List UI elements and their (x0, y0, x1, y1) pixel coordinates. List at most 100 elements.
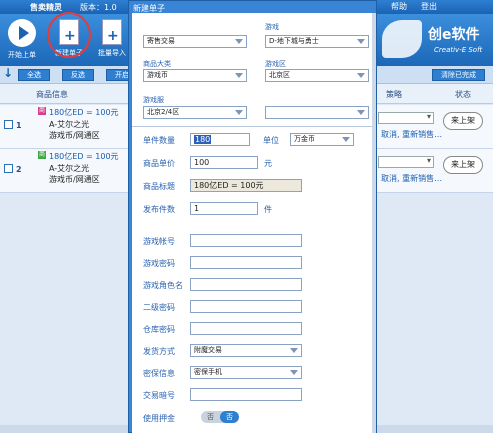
chevron-down-icon (235, 39, 243, 44)
logo-name: 创e软件 (428, 27, 480, 43)
chevron-down-icon (357, 39, 365, 44)
row-checkbox[interactable] (4, 164, 13, 173)
toggle-on-label: 否 (220, 411, 239, 423)
password-input[interactable] (190, 256, 302, 269)
chevron-down-icon (290, 370, 298, 375)
storage-input[interactable] (190, 322, 302, 335)
app-title: 售卖精灵 (30, 3, 62, 12)
row-game-name: A-艾尔之光 (49, 120, 90, 129)
item-title-value: 180亿ED = 100元 (194, 181, 264, 190)
item-title-input[interactable]: 180亿ED = 100元 (190, 179, 302, 192)
price-unit: 元 (264, 159, 272, 168)
header-strategy: 策略 (386, 90, 402, 99)
strategy-dropdown[interactable] (378, 112, 434, 124)
item-title-label: 商品标题 (143, 182, 175, 191)
header-info: 商品信息 (36, 90, 68, 99)
server-value: 北京2/4区 (147, 108, 180, 116)
status-badge: 来上架 (443, 156, 483, 174)
category-dropdown[interactable]: 游戏币 (143, 69, 247, 82)
quantity-input[interactable]: 180 (190, 133, 250, 146)
trade-pw-label: 交易暗号 (143, 391, 175, 400)
game-dropdown[interactable]: D-地下城与勇士 (265, 35, 369, 48)
trade-mode-dropdown[interactable]: 寄售交易 (143, 35, 247, 48)
batch-import-label: 批量导入 (98, 49, 126, 57)
start-listing-label: 开始上单 (8, 51, 36, 59)
chevron-down-icon (235, 110, 243, 115)
chevron-down-icon (357, 110, 365, 115)
server-dropdown[interactable]: 北京2/4区 (143, 106, 247, 119)
region-value: 北京区 (269, 71, 290, 79)
clear-done-button[interactable]: 清除已完成 (432, 69, 485, 81)
trade-pw-input[interactable] (190, 388, 302, 401)
select-all-button[interactable]: 全选 (18, 69, 50, 81)
invert-selection-button[interactable]: 反选 (62, 69, 94, 81)
category-label: 商品大类 (143, 60, 171, 68)
strategy-dropdown[interactable] (378, 156, 434, 168)
logo: 创e软件 Creativ-E Soft (378, 14, 493, 66)
price-input[interactable]: 100 (190, 156, 258, 169)
play-icon (8, 19, 36, 47)
role-label: 游戏角色名 (143, 281, 183, 290)
row-game-name: A-艾尔之光 (49, 164, 90, 173)
pw2-label: 二级密码 (143, 303, 175, 312)
tag-badge: 商 (38, 151, 46, 159)
region-label: 游戏区 (265, 60, 286, 68)
help-button[interactable]: 帮助 (388, 1, 410, 13)
category-value: 游戏币 (147, 71, 168, 79)
toggle-off-label: 否 (207, 413, 214, 421)
secure-label: 密保信息 (143, 369, 175, 378)
arrow-down-icon: ↓ (3, 66, 14, 80)
ship-dropdown[interactable]: 附魔交易 (190, 344, 302, 357)
ship-value: 附魔交易 (194, 346, 222, 354)
storage-label: 仓库密码 (143, 325, 175, 334)
role-input[interactable] (190, 278, 302, 291)
row-index: 1 (16, 121, 22, 130)
secure-dropdown[interactable]: 密保手机 (190, 366, 302, 379)
chevron-down-icon (235, 73, 243, 78)
row-title: 180亿ED = 100元 (49, 108, 119, 117)
dialog-body: 寄售交易 游戏 D-地下城与勇士 商品大类 游戏币 游戏区 北京区 游戏服 北京… (132, 13, 373, 433)
password-label: 游戏密码 (143, 259, 175, 268)
price-value: 100 (194, 158, 210, 167)
region-dropdown[interactable]: 北京区 (265, 69, 369, 82)
price-label: 商品单价 (143, 159, 175, 168)
count-label: 发布件数 (143, 205, 175, 214)
logo-subtitle: Creativ-E Soft (434, 46, 483, 54)
quantity-value: 180 (194, 135, 212, 144)
highlight-circle (47, 12, 91, 58)
wing-icon (382, 20, 422, 58)
pw2-input[interactable] (190, 300, 302, 313)
account-label: 游戏帐号 (143, 237, 175, 246)
row-action-link[interactable]: 取消, 重新销售… (381, 173, 442, 184)
chevron-down-icon (342, 137, 350, 142)
game-label: 游戏 (265, 23, 279, 31)
unit-label: 单位 (263, 136, 279, 145)
secure-value: 密保手机 (194, 368, 222, 376)
header-status: 状态 (455, 90, 471, 99)
divider (132, 126, 373, 127)
row-game-type: 游戏币/网通区 (49, 175, 100, 184)
account-input[interactable] (190, 234, 302, 247)
count-unit: 件 (264, 205, 272, 214)
server-label: 游戏服 (143, 96, 164, 104)
batch-import-button[interactable]: 批量导入 (92, 17, 132, 65)
chevron-down-icon (290, 348, 298, 353)
deposit-label: 使用押金 (143, 414, 175, 423)
sub-server-dropdown[interactable] (265, 106, 369, 119)
tag-badge: 商 (38, 107, 46, 115)
row-checkbox[interactable] (4, 120, 13, 129)
row-action-link[interactable]: 取消, 重新销售… (381, 129, 442, 140)
count-value: 1 (194, 204, 200, 213)
quantity-label: 单件数量 (143, 136, 175, 145)
row-index: 2 (16, 165, 22, 174)
chevron-down-icon (357, 73, 365, 78)
count-input[interactable]: 1 (190, 202, 258, 215)
logout-button[interactable]: 登出 (418, 1, 440, 13)
start-listing-button[interactable]: 开始上单 (2, 17, 42, 65)
scrollbar[interactable] (372, 13, 376, 433)
row-game-type: 游戏币/网通区 (49, 131, 100, 140)
unit-dropdown[interactable]: 万金币 (290, 133, 354, 146)
deposit-toggle[interactable]: 否 否 (201, 411, 239, 423)
unit-value: 万金币 (294, 135, 315, 143)
row-title: 180亿ED = 100元 (49, 152, 119, 161)
